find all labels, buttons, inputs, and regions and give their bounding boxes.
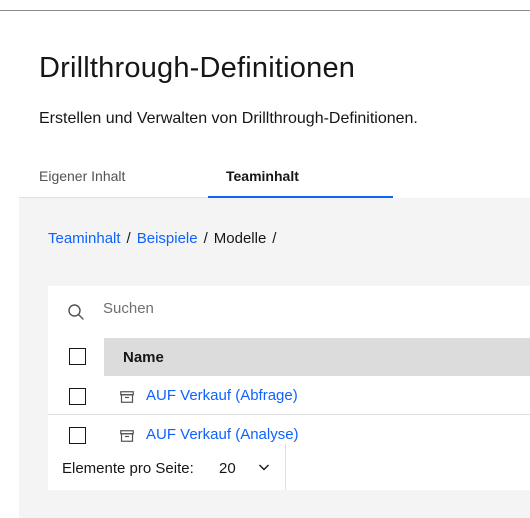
items-per-page-select[interactable]: 20 xyxy=(219,460,236,477)
search-icon xyxy=(68,304,84,320)
page-subtitle: Erstellen und Verwalten von Drillthrough… xyxy=(39,110,418,127)
pagination-divider xyxy=(285,444,286,490)
column-header-name[interactable]: Name xyxy=(123,349,164,366)
row-checkbox[interactable] xyxy=(69,388,86,405)
package-icon xyxy=(120,430,134,442)
items-per-page-label: Elemente pro Seite: xyxy=(62,460,194,477)
content-area: Teaminhalt / Beispiele / Modelle / Name AUF V… xyxy=(19,198,530,518)
package-icon xyxy=(120,391,134,403)
table-search-bar xyxy=(48,286,530,338)
breadcrumb-item-teaminhalt[interactable]: Teaminhalt xyxy=(48,230,121,247)
header-checkbox-cell xyxy=(48,338,104,376)
breadcrumb: Teaminhalt / Beispiele / Modelle / xyxy=(48,230,282,247)
row-link[interactable]: AUF Verkauf (Analyse) xyxy=(146,426,299,443)
breadcrumb-item-modelle: Modelle xyxy=(213,230,267,247)
table-row: AUF Verkauf (Abfrage) xyxy=(48,376,530,415)
page-title: Drillthrough-Definitionen xyxy=(39,52,356,84)
tab-own-content[interactable]: Eigener Inhalt xyxy=(19,160,208,198)
data-table: Name AUF Verkauf (Abfrage) AUF Verkauf (… xyxy=(48,286,530,454)
breadcrumb-item-beispiele[interactable]: Beispiele xyxy=(137,230,198,247)
row-checkbox[interactable] xyxy=(69,427,86,444)
breadcrumb-separator: / xyxy=(272,230,277,247)
select-all-checkbox[interactable] xyxy=(69,348,86,365)
table-header: Name xyxy=(48,338,530,376)
chevron-down-icon[interactable] xyxy=(258,462,270,472)
pagination-bar: Elemente pro Seite: 20 xyxy=(48,444,530,490)
search-input[interactable] xyxy=(103,300,503,317)
tab-team-content[interactable]: Teaminhalt xyxy=(208,160,393,198)
top-divider xyxy=(0,10,530,11)
row-link[interactable]: AUF Verkauf (Abfrage) xyxy=(146,387,298,404)
breadcrumb-separator: / xyxy=(203,230,208,247)
tab-bar: Eigener Inhalt Teaminhalt xyxy=(19,160,530,198)
breadcrumb-separator: / xyxy=(126,230,131,247)
